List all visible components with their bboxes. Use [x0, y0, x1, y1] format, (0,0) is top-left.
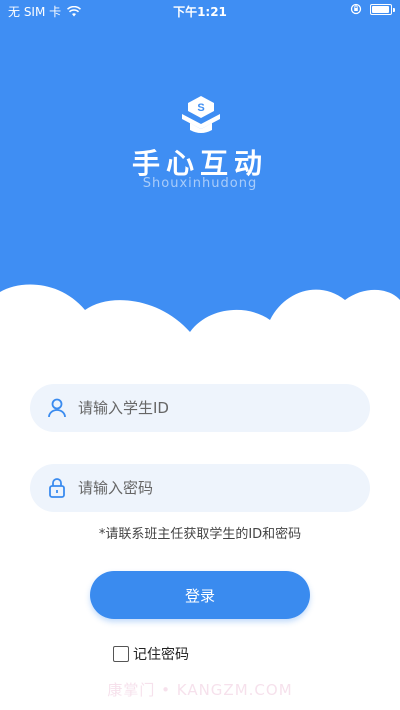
lock-icon — [49, 478, 65, 498]
user-icon — [48, 398, 66, 418]
login-button[interactable]: 登录 — [90, 571, 310, 619]
credentials-hint: *请联系班主任获取学生的ID和密码 — [98, 527, 302, 542]
graduation-cap-s-icon: S — [182, 96, 220, 133]
student-id-input[interactable] — [78, 399, 338, 417]
battery-icon — [370, 3, 395, 15]
student-id-field[interactable] — [30, 384, 370, 432]
watermark: 康掌门 • KANGZM.COM — [107, 681, 293, 699]
status-bar: 无 SIM 卡 下午1:21 — [0, 0, 400, 22]
status-right — [350, 3, 395, 15]
app-subtitle: Shouxinhudong — [142, 176, 258, 191]
orientation-lock-icon — [350, 3, 362, 15]
password-input[interactable] — [78, 479, 338, 497]
remember-password-option[interactable]: 记住密码 — [113, 644, 189, 664]
status-time: 下午1:21 — [173, 5, 227, 19]
remember-password-checkbox[interactable] — [113, 646, 129, 662]
battery-level — [372, 5, 390, 13]
password-field[interactable] — [30, 464, 370, 512]
svg-text:S: S — [197, 102, 204, 114]
remember-password-label: 记住密码 — [133, 647, 189, 663]
cloud-divider — [0, 284, 400, 390]
